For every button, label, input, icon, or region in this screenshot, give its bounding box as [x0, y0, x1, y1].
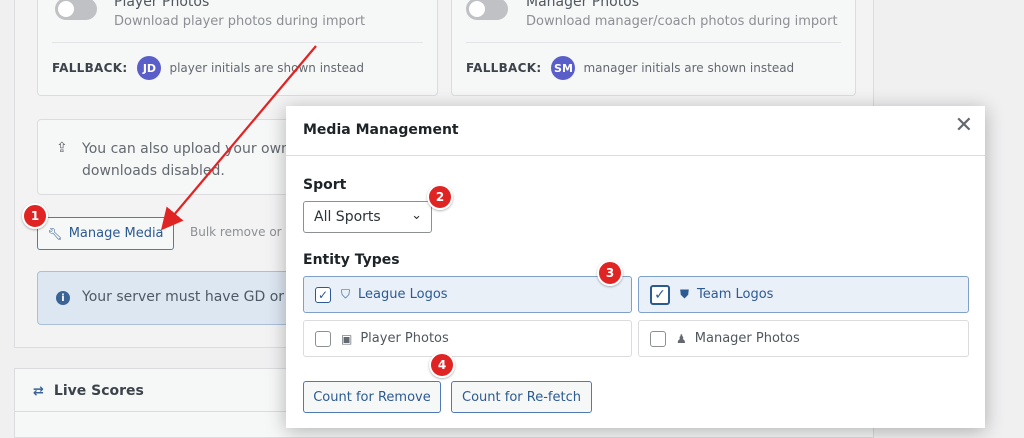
server-notice: i Your server must have GD or In: [37, 271, 297, 325]
manager-photos-title: Manager Photos: [526, 0, 640, 10]
entity-label: Player Photos: [360, 331, 449, 346]
player-photos-card: Player Photos Download player photos dur…: [37, 0, 438, 96]
bulk-remove-hint: Bulk remove or r: [190, 225, 286, 239]
manage-media-label: Manage Media: [68, 226, 164, 241]
manage-media-button[interactable]: 🔧︎ Manage Media: [37, 217, 174, 250]
avatar-initials: SM: [551, 56, 576, 80]
manager-photos-card: Manager Photos Download manager/coach ph…: [451, 0, 856, 96]
entity-types-label: Entity Types: [303, 252, 400, 268]
team-logos-checkbox[interactable]: ✓: [650, 284, 670, 305]
shield-icon: ⛊: [680, 287, 690, 301]
manager-photos-toggle[interactable]: [466, 0, 508, 20]
modal-title: Media Management: [303, 122, 459, 138]
player-fallback: FALLBACK: JD player initials are shown i…: [52, 56, 364, 80]
entity-label: League Logos: [358, 287, 448, 302]
step-badge-1: 1: [22, 203, 48, 229]
wrench-icon: 🔧︎: [47, 226, 63, 241]
fallback-text: manager initials are shown instead: [583, 61, 795, 75]
step-badge-2: 2: [427, 184, 453, 210]
league-logos-checkbox[interactable]: ✓: [315, 286, 331, 303]
player-photos-checkbox[interactable]: [315, 330, 331, 347]
manager-fallback: FALLBACK: SM manager initials are shown …: [466, 56, 794, 80]
step-badge-4: 4: [429, 352, 455, 378]
chevron-down-icon: ⌄: [411, 208, 422, 223]
sport-select[interactable]: All Sports ⌄: [303, 201, 432, 233]
server-notice-text: Your server must have GD or In: [82, 289, 292, 305]
info-icon: i: [56, 291, 70, 305]
fallback-label: FALLBACK:: [466, 61, 542, 75]
entity-label: Manager Photos: [694, 331, 800, 346]
card-divider: [52, 42, 423, 43]
fallback-label: FALLBACK:: [52, 61, 128, 75]
count-for-remove-button[interactable]: Count for Remove: [303, 381, 441, 413]
media-management-modal: Media Management ✕ Sport All Sports ⌄ En…: [286, 106, 985, 428]
count-for-refetch-button[interactable]: Count for Re-fetch: [451, 381, 592, 413]
live-scores-header[interactable]: ⇄ Live Scores: [33, 383, 144, 399]
modal-header: Media Management ✕: [286, 106, 985, 156]
id-card-icon: ▣: [341, 331, 353, 346]
entity-league-logos[interactable]: ✓ ⛉ League Logos: [303, 276, 632, 313]
step-badge-3: 3: [597, 260, 623, 286]
live-scores-title: Live Scores: [53, 383, 144, 399]
person-icon: ♟: [676, 331, 687, 346]
player-photos-description: Download player photos during import: [114, 14, 366, 29]
close-icon[interactable]: ✕: [955, 114, 973, 138]
player-photos-title: Player Photos: [114, 0, 210, 10]
shield-icon: ⛉: [341, 287, 351, 301]
player-photos-toggle[interactable]: [55, 0, 97, 20]
upload-note-text: You can also upload your own l downloads…: [82, 141, 299, 179]
upload-note-box: ⇪ You can also upload your own l downloa…: [37, 119, 298, 195]
upload-icon: ⇪: [56, 140, 68, 156]
manager-photos-checkbox[interactable]: [650, 330, 666, 347]
entity-team-logos[interactable]: ✓ ⛊ Team Logos: [638, 276, 969, 313]
entity-player-photos[interactable]: ▣ Player Photos: [303, 320, 632, 357]
sport-select-value: All Sports: [314, 209, 381, 225]
avatar-initials: JD: [137, 56, 162, 80]
entity-manager-photos[interactable]: ♟ Manager Photos: [638, 320, 969, 357]
swap-arrows-icon: ⇄: [33, 383, 44, 399]
sport-label: Sport: [303, 177, 347, 193]
manager-photos-description: Download manager/coach photos during imp…: [526, 14, 838, 29]
card-divider: [466, 42, 841, 43]
fallback-text: player initials are shown instead: [169, 61, 364, 75]
entity-label: Team Logos: [697, 287, 774, 302]
